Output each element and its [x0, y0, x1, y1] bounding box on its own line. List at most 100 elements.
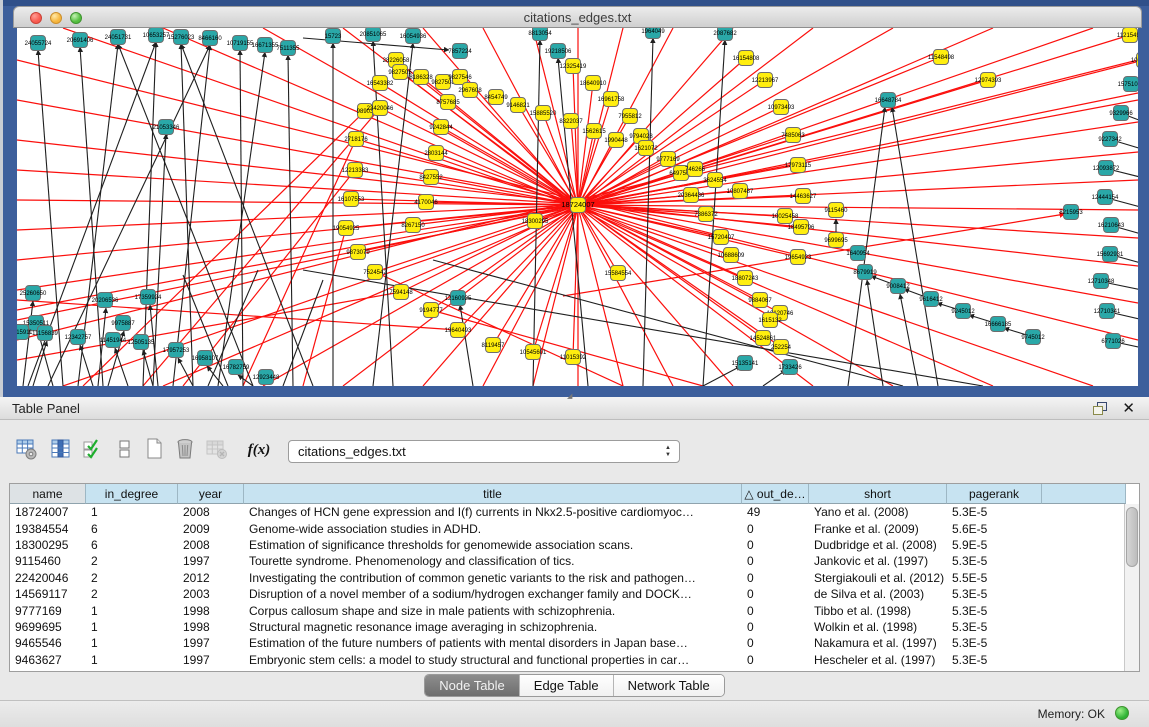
table-cell[interactable]: Estimation of significance thresholds fo… — [244, 537, 742, 553]
tab-network-table[interactable]: Network Table — [614, 675, 724, 696]
table-cell[interactable]: Nakamura et al. (1997) — [809, 635, 947, 651]
network-canvas[interactable]: 2405572420691406240517311065325715276023… — [3, 0, 1149, 397]
table-cell[interactable]: 2008 — [178, 504, 244, 520]
table-cell[interactable]: 22420046 — [10, 570, 86, 586]
table-cell[interactable]: Genome-wide association studies in ADHD. — [244, 520, 742, 536]
table-cell[interactable]: 5.3E-5 — [947, 586, 1042, 602]
delete-column-icon[interactable] — [172, 437, 198, 465]
table-cell[interactable]: 0 — [742, 586, 809, 602]
table-row[interactable]: 2242004622012Investigating the contribut… — [10, 570, 1126, 586]
table-cell[interactable]: 5.5E-5 — [947, 570, 1042, 586]
node-table-grid[interactable]: namein_degreeyeartitle△ out_de…shortpage… — [10, 484, 1126, 668]
table-cell[interactable]: Yano et al. (2008) — [809, 504, 947, 520]
table-cell[interactable] — [1042, 504, 1126, 520]
column-header-out_de[interactable]: △ out_de… — [742, 484, 809, 504]
table-cell[interactable]: 49 — [742, 504, 809, 520]
table-cell[interactable]: 1 — [86, 652, 178, 668]
select-columns-icon[interactable] — [48, 437, 74, 465]
column-header-name[interactable]: name — [10, 484, 86, 504]
table-cell[interactable]: 1 — [86, 504, 178, 520]
float-panel-icon[interactable] — [1093, 402, 1107, 415]
table-panel-header[interactable]: ◢ Table Panel ✕ — [0, 397, 1149, 420]
close-panel-icon[interactable]: ✕ — [1122, 399, 1135, 417]
new-column-icon[interactable] — [142, 437, 168, 465]
table-cell[interactable]: Wolkin et al. (1998) — [809, 619, 947, 635]
table-cell[interactable]: 1998 — [178, 619, 244, 635]
table-cell[interactable] — [1042, 537, 1126, 553]
table-cell[interactable]: 0 — [742, 520, 809, 536]
graph-node[interactable]: 15723 — [325, 29, 342, 44]
table-cell[interactable]: 6 — [86, 537, 178, 553]
table-cell[interactable]: 2 — [86, 553, 178, 569]
table-cell[interactable]: 18724007 — [10, 504, 86, 520]
table-cell[interactable]: 1997 — [178, 553, 244, 569]
table-cell[interactable]: 2008 — [178, 537, 244, 553]
table-cell[interactable]: 2012 — [178, 570, 244, 586]
table-cell[interactable]: Dudbridge et al. (2008) — [809, 537, 947, 553]
table-cell[interactable] — [1042, 553, 1126, 569]
column-header-year[interactable]: year — [178, 484, 244, 504]
table-row[interactable]: 946362711997Embryonic stem cells: a mode… — [10, 652, 1126, 668]
graph-node[interactable]: 746266 — [685, 162, 706, 177]
table-cell[interactable]: 2 — [86, 586, 178, 602]
splitter-grip-icon[interactable]: ◢ — [567, 394, 579, 400]
network-window-titlebar[interactable]: citations_edges.txt — [13, 6, 1142, 28]
table-cell[interactable]: Tibbo et al. (1998) — [809, 602, 947, 618]
table-cell[interactable]: 5.6E-5 — [947, 520, 1042, 536]
column-header-filler[interactable] — [1042, 484, 1126, 504]
table-row[interactable]: 1456911722003Disruption of a novel membe… — [10, 586, 1126, 602]
table-cell[interactable]: Structural magnetic resonance image aver… — [244, 619, 742, 635]
table-vertical-scrollbar[interactable] — [1124, 504, 1139, 671]
table-row[interactable]: 977716911998Corpus callosum shape and si… — [10, 602, 1126, 618]
table-cell[interactable]: Hescheler et al. (1997) — [809, 652, 947, 668]
table-cell[interactable]: 1 — [86, 635, 178, 651]
table-cell[interactable]: Stergiakouli et al. (2012) — [809, 570, 947, 586]
table-cell[interactable]: 5.3E-5 — [947, 504, 1042, 520]
table-cell[interactable]: Changes of HCN gene expression and I(f) … — [244, 504, 742, 520]
table-cell[interactable]: 0 — [742, 619, 809, 635]
graph-node[interactable]: 252254 — [771, 340, 792, 355]
table-cell[interactable]: 19384554 — [10, 520, 86, 536]
table-cell[interactable]: Tourette syndrome. Phenomenology and cla… — [244, 553, 742, 569]
table-cell[interactable]: de Silva et al. (2003) — [809, 586, 947, 602]
table-cell[interactable]: 9115460 — [10, 553, 86, 569]
table-cell[interactable] — [1042, 635, 1126, 651]
scrollbar-thumb[interactable] — [1126, 507, 1138, 567]
table-cell[interactable]: 9699695 — [10, 619, 86, 635]
table-cell[interactable]: 1 — [86, 619, 178, 635]
table-cell[interactable]: 18300295 — [10, 537, 86, 553]
table-settings-icon[interactable] — [14, 437, 40, 465]
unselect-rows-icon[interactable] — [112, 437, 138, 465]
table-cell[interactable]: 1997 — [178, 652, 244, 668]
table-cell[interactable] — [1042, 586, 1126, 602]
table-cell[interactable] — [1042, 652, 1126, 668]
table-cell[interactable]: Estimation of the future numbers of pati… — [244, 635, 742, 651]
memory-status-indicator[interactable] — [1115, 706, 1129, 720]
table-cell[interactable]: 6 — [86, 520, 178, 536]
table-cell[interactable] — [1042, 520, 1126, 536]
table-cell[interactable]: Franke et al. (2009) — [809, 520, 947, 536]
table-row[interactable]: 969969511998Structural magnetic resonanc… — [10, 619, 1126, 635]
table-cell[interactable]: 0 — [742, 537, 809, 553]
table-row[interactable]: 1830029562008Estimation of significance … — [10, 537, 1126, 553]
table-cell[interactable]: Jankovic et al. (1997) — [809, 553, 947, 569]
select-all-rows-icon[interactable] — [80, 437, 106, 465]
table-cell[interactable]: 2 — [86, 570, 178, 586]
table-cell[interactable]: 0 — [742, 652, 809, 668]
table-row[interactable]: 1938455462009Genome-wide association stu… — [10, 520, 1126, 536]
table-row[interactable]: 1872400712008Changes of HCN gene express… — [10, 504, 1126, 520]
column-header-title[interactable]: title — [244, 484, 742, 504]
tab-edge-table[interactable]: Edge Table — [520, 675, 614, 696]
table-cell[interactable]: 0 — [742, 635, 809, 651]
table-cell[interactable]: 5.9E-5 — [947, 537, 1042, 553]
table-cell[interactable]: 9463627 — [10, 652, 86, 668]
table-cell[interactable]: 14569117 — [10, 586, 86, 602]
table-cell[interactable]: Disruption of a novel member of a sodium… — [244, 586, 742, 602]
table-cell[interactable]: 5.3E-5 — [947, 635, 1042, 651]
table-cell[interactable]: Embryonic stem cells: a model to study s… — [244, 652, 742, 668]
table-cell[interactable]: 1 — [86, 602, 178, 618]
table-cell[interactable]: 5.3E-5 — [947, 619, 1042, 635]
table-cell[interactable]: 9777169 — [10, 602, 86, 618]
table-cell[interactable]: 1997 — [178, 635, 244, 651]
table-cell[interactable]: 5.3E-5 — [947, 553, 1042, 569]
